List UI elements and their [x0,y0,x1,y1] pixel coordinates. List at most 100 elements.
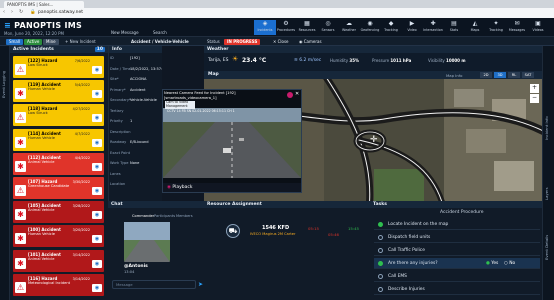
camera-icon[interactable]: ◉ [92,90,102,99]
cameras-button[interactable]: ◉ Cameras [296,39,325,45]
weather-temp: 23.4 °C [242,57,267,64]
hazard-icon: ⚠ [15,281,26,293]
incident-text: [107] Hazard Greenhouse Candidate [28,179,69,188]
incident-card[interactable]: ⚠ [107] Hazard Greenhouse Candidate 3/30/20… [13,177,104,199]
toolbar-geofencing-button[interactable]: ◉ Geofencing [359,20,381,35]
toolbar-procedures-button[interactable]: ⚙ Procedures [275,20,297,35]
incident-card[interactable]: ✱ [100] Accident Human Vehicle 3/20/2022 ◉ [13,225,104,248]
toolbar-intersection-button[interactable]: ✚ Intersection [422,20,444,35]
toolbar-tracking-button[interactable]: ◆ Tracking [380,20,402,35]
map-mode-sat[interactable]: SAT [522,72,534,78]
incident-card[interactable]: ✱ [105] Accident Animal Vehicle 3/28/2022 ◉ [13,201,104,224]
toolbar-tracking-button[interactable]: ✦ Tracking [485,20,507,35]
resource-title: Resource Assignment [207,202,262,207]
task-item[interactable]: Dispatch field units [374,232,540,243]
chat-tab[interactable]: Members [176,214,193,218]
new-incident-button[interactable]: + New Incident [62,39,99,45]
toolbar-maps-button[interactable]: ◭ Maps [464,20,486,35]
reload-icon[interactable]: ↻ [19,9,25,16]
chat-tab[interactable]: Participants [154,214,175,218]
cam-to-video-button[interactable]: Cam to Video Management [165,100,195,109]
incident-marker-icon[interactable]: ✛ [370,135,380,145]
incident-card[interactable]: ✱ [112] Accident Animal Vehicle 4/4/2022 ◉ [13,152,104,175]
task-item[interactable]: Call Traffic Police [374,245,540,256]
info-value[interactable]: ACCIONA [130,77,146,81]
task-item[interactable]: Call EMS [374,271,540,282]
right-rail-tab[interactable]: Incident Info [544,100,552,140]
toolbar-weather-button[interactable]: ☁ Weather [338,20,360,35]
camera-icon[interactable]: ◉ [92,187,102,195]
task-status-icon[interactable] [378,235,383,240]
right-rail-tab[interactable]: Layers [544,160,552,200]
camera-icon[interactable]: ◉ [92,211,102,220]
map-mode-2d[interactable]: 2D [480,72,492,78]
camera-icon[interactable]: ◉ [92,259,102,268]
task-item[interactable]: Locate Incident on the map [374,219,540,230]
event-logging-tab[interactable]: Event Logging [1,58,9,98]
incident-date: 4/7/2022 [74,131,90,136]
task-status-icon[interactable] [378,287,383,292]
toolbar-messages-button[interactable]: ✉ Messages [506,20,528,35]
info-value[interactable]: 18/2/2022, 13:57:00 [130,67,162,71]
right-rail-tab[interactable]: Event Details [544,220,552,260]
camera-icon[interactable]: ◉ [92,114,102,123]
toolbar-incidents-button[interactable]: ◈ Incidents [254,20,276,35]
playback-button[interactable]: ◉ Playback [163,183,301,192]
task-status-icon[interactable] [378,261,383,266]
task-status-icon[interactable] [378,274,383,279]
tab-mine[interactable]: Mine [43,38,59,45]
camera-icon[interactable]: ◉ [92,235,102,244]
incident-card[interactable]: ⚠ [122] Hazard Low Struck 7/6/2022 ◉ [13,56,104,78]
toolbar-stats-button[interactable]: ▤ Stats [443,20,465,35]
tab-small[interactable]: Small [6,38,24,45]
info-value[interactable]: Vehicle-Vehicle [130,98,157,102]
info-value[interactable]: None [130,161,139,165]
menu-icon[interactable]: ≡ [4,21,11,30]
new-message-button[interactable]: New Message [108,30,142,36]
toolbar-sensors-button[interactable]: ◎ Sensors [317,20,339,35]
toolbar-resources-button[interactable]: ▦ Resources [296,20,318,35]
info-value[interactable]: E/B-bound [130,140,149,144]
chat-tab[interactable]: Commander [132,214,154,218]
incident-card[interactable]: ⚠ [116] Hazard Meteorological Incident 3/14… [13,273,104,296]
zoom-out-icon[interactable]: − [530,94,539,103]
camera-icon[interactable]: ◉ [92,162,102,171]
close-icon[interactable]: ✕ [295,91,299,97]
answer-yes[interactable]: ● Yes [486,261,498,266]
toolbar-video-button[interactable]: ▶ Video [401,20,423,35]
send-icon[interactable]: ➤ [198,281,203,288]
incident-card[interactable]: ✱ [119] Accident Human Vehicle 5/4/2022 ◉ [13,80,104,103]
record-icon[interactable] [287,92,293,98]
map-mode-rl[interactable]: RL [508,72,520,78]
incident-card[interactable]: ✱ [114] Accident Human Vehicle 4/7/2022 ◉ [13,128,104,151]
browser-tab[interactable]: PANOPTIS IMS | Sales... [4,1,84,8]
task-item[interactable]: Describe Injuries [374,284,540,295]
zoom-in-icon[interactable]: + [530,84,539,93]
info-title: Info [112,47,122,52]
camera-icon[interactable]: ◉ [92,283,102,292]
info-value[interactable]: Accident [130,88,146,92]
toolbar-videos-button[interactable]: ▣ Videos [527,20,549,35]
task-status-icon[interactable] [378,222,383,227]
info-value[interactable]: 1 [130,119,132,123]
url-text[interactable]: panoptis.satway.net [38,10,178,16]
back-icon[interactable]: ‹ [3,9,9,16]
incident-card[interactable]: ⚠ [118] Hazard Low Struck 4/27/2022 ◉ [13,104,104,127]
search-button[interactable]: Search [150,30,170,36]
task-item[interactable]: Are there any injuries? ● Yes ○ No [374,258,540,269]
chat-input[interactable]: Message [112,280,196,289]
close-incident-button[interactable]: ✕ Close [270,39,292,45]
vehicle-plate: 1546 KFD [262,225,290,231]
camera-icon[interactable]: ◉ [92,138,102,147]
chat-image[interactable] [124,222,170,262]
camera-feed-window[interactable]: Nearest Camera Feed for Incident [192] [… [162,89,302,193]
status-badge[interactable]: IN PROGRESS [224,38,261,45]
incident-card[interactable]: ✱ [101] Accident Animal Vehicle 3/14/2022 ◉ [13,249,104,272]
camera-icon[interactable]: ◉ [92,66,102,74]
tab-active[interactable]: Active [24,38,43,45]
info-value[interactable]: [192] [130,56,140,60]
task-status-icon[interactable] [378,248,383,253]
forward-icon[interactable]: › [11,9,17,16]
answer-no[interactable]: ○ No [504,261,515,266]
map-mode-3d[interactable]: 3D [494,72,506,78]
